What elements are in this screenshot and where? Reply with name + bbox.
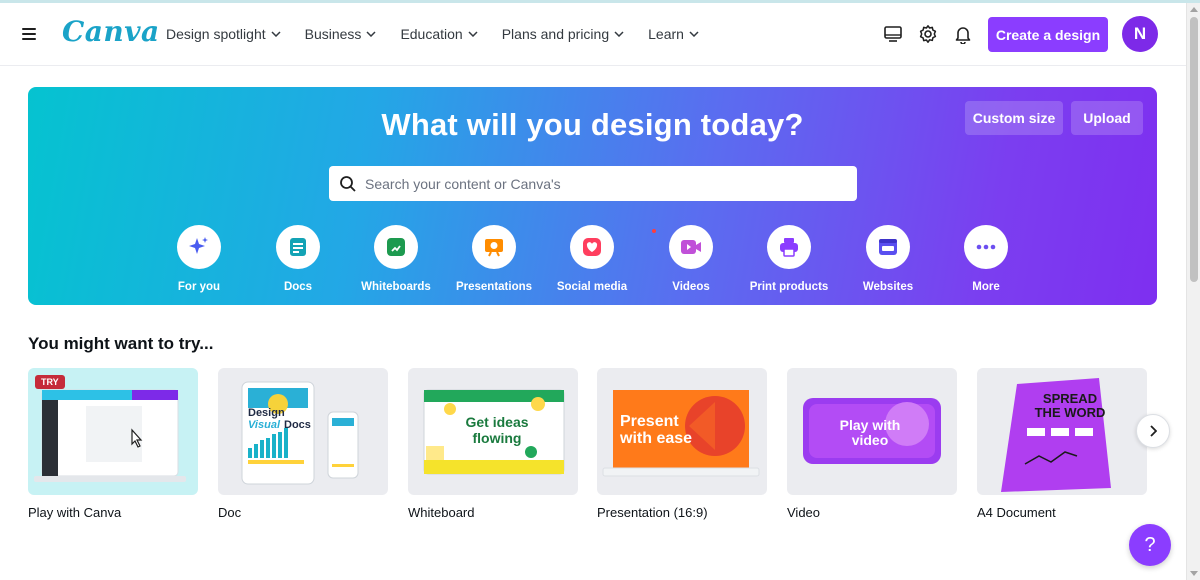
presentation-thumb-line: Present: [620, 413, 679, 430]
category-for-you[interactable]: For you: [149, 225, 249, 293]
top-header: Canva Design spotlight Business Educatio…: [0, 3, 1186, 66]
card-thumbnail: [218, 368, 388, 495]
a4-thumb-text: SPREAD THE WORD: [1030, 392, 1110, 420]
nav-label: Plans and pricing: [501, 26, 610, 42]
card-label: Video: [787, 505, 821, 520]
carousel-next-button[interactable]: [1136, 414, 1170, 448]
nav-learn[interactable]: Learn: [648, 23, 699, 45]
card-label: A4 Document: [977, 505, 1056, 520]
doc-thumb-line: Design: [248, 407, 285, 419]
nav-education[interactable]: Education: [400, 23, 478, 45]
video-thumb-text: Play with video: [830, 418, 910, 448]
menu-icon[interactable]: [22, 25, 42, 43]
video-icon: [669, 225, 713, 269]
category-more[interactable]: More: [936, 225, 1036, 293]
search-bar[interactable]: [329, 166, 857, 201]
whiteboard-thumb-line: flowing: [472, 430, 522, 446]
category-videos[interactable]: Videos: [641, 225, 741, 293]
search-icon: [340, 175, 356, 192]
page-scrollbar[interactable]: [1186, 3, 1200, 580]
chevron-down-icon: [468, 31, 478, 37]
category-label: Websites: [862, 281, 914, 293]
doc-thumb-text: Design Visual Docs: [248, 407, 311, 431]
category-label: For you: [177, 281, 221, 293]
card-doc[interactable]: Doc: [218, 368, 388, 520]
nav-label: Learn: [648, 26, 684, 42]
chevron-down-icon: [614, 31, 624, 37]
a4-thumb-line: SPREAD: [1042, 391, 1098, 406]
chevron-down-icon: [689, 31, 699, 37]
scroll-up-icon[interactable]: [1190, 7, 1198, 12]
presentation-icon: [472, 225, 516, 269]
search-input[interactable]: [365, 175, 825, 192]
nav-label: Business: [304, 26, 362, 42]
canva-logo[interactable]: Canva: [62, 15, 160, 48]
video-thumb-line: Play with: [839, 417, 901, 433]
category-label: Social media: [556, 281, 628, 293]
category-whiteboards[interactable]: Whiteboards: [346, 225, 446, 293]
video-thumb-line: video: [851, 432, 889, 448]
nav-design-spotlight[interactable]: Design spotlight: [166, 23, 281, 45]
nav-label: Design spotlight: [166, 26, 266, 42]
presentation-thumb-text: Present with ease: [620, 413, 730, 447]
whiteboard-icon: [374, 225, 418, 269]
more-icon: [964, 225, 1008, 269]
category-label: Whiteboards: [361, 281, 431, 293]
chevron-right-icon: [1150, 425, 1157, 437]
card-label: Play with Canva: [28, 505, 122, 520]
notifications-icon[interactable]: [948, 19, 978, 49]
nav-plans-and-pricing[interactable]: Plans and pricing: [502, 23, 624, 45]
category-presentations[interactable]: Presentations: [444, 225, 544, 293]
card-label: Presentation (16:9): [597, 505, 708, 520]
card-play-with-canva[interactable]: TRY Play with Canva: [28, 368, 198, 520]
avatar[interactable]: N: [1122, 16, 1158, 52]
custom-size-button[interactable]: Custom size: [965, 101, 1063, 135]
scroll-thumb[interactable]: [1190, 17, 1198, 282]
doc-thumb-line: Docs: [284, 419, 311, 431]
category-label: Videos: [672, 281, 710, 293]
nav-label: Education: [400, 26, 463, 42]
card-label: Doc: [218, 505, 242, 520]
sparkle-icon: [177, 225, 221, 269]
doc-illustration: [241, 381, 359, 485]
a4-document-illustration: [1001, 378, 1111, 492]
try-badge: TRY: [35, 375, 65, 389]
chevron-down-icon: [366, 31, 376, 37]
heart-icon: [570, 225, 614, 269]
a4-thumb-line: THE WORD: [1034, 405, 1106, 420]
upload-button[interactable]: Upload: [1071, 101, 1143, 135]
category-label: Print products: [749, 281, 829, 293]
website-icon: [866, 225, 910, 269]
category-print-products[interactable]: Print products: [739, 225, 839, 293]
category-row: For you Docs Whiteboards Presentations S…: [28, 225, 1157, 295]
category-label: More: [972, 281, 1000, 293]
card-thumbnail: TRY: [28, 368, 198, 495]
category-label: Presentations: [455, 281, 533, 293]
card-label: Whiteboard: [408, 505, 475, 520]
whiteboard-thumb-text: Get ideas flowing: [457, 414, 537, 446]
settings-icon[interactable]: [913, 19, 943, 49]
scroll-down-icon[interactable]: [1190, 571, 1198, 576]
whiteboard-thumb-line: Get ideas: [465, 414, 529, 430]
hero-banner: What will you design today? Custom size …: [28, 87, 1157, 305]
presentation-thumb-line: with ease: [620, 430, 693, 447]
category-websites[interactable]: Websites: [838, 225, 938, 293]
category-docs[interactable]: Docs: [248, 225, 348, 293]
section-title: You might want to try...: [28, 334, 214, 353]
main-nav: Design spotlight Business Education Plan…: [166, 23, 723, 45]
nav-business[interactable]: Business: [305, 23, 377, 45]
category-label: Docs: [283, 281, 313, 293]
category-social-media[interactable]: Social media: [542, 225, 642, 293]
docs-icon: [276, 225, 320, 269]
card-thumbnail: [977, 368, 1147, 495]
desktop-icon[interactable]: [878, 19, 908, 49]
chevron-down-icon: [271, 31, 281, 37]
printer-icon: [767, 225, 811, 269]
help-button[interactable]: ?: [1129, 524, 1171, 566]
create-design-button[interactable]: Create a design: [988, 17, 1108, 52]
